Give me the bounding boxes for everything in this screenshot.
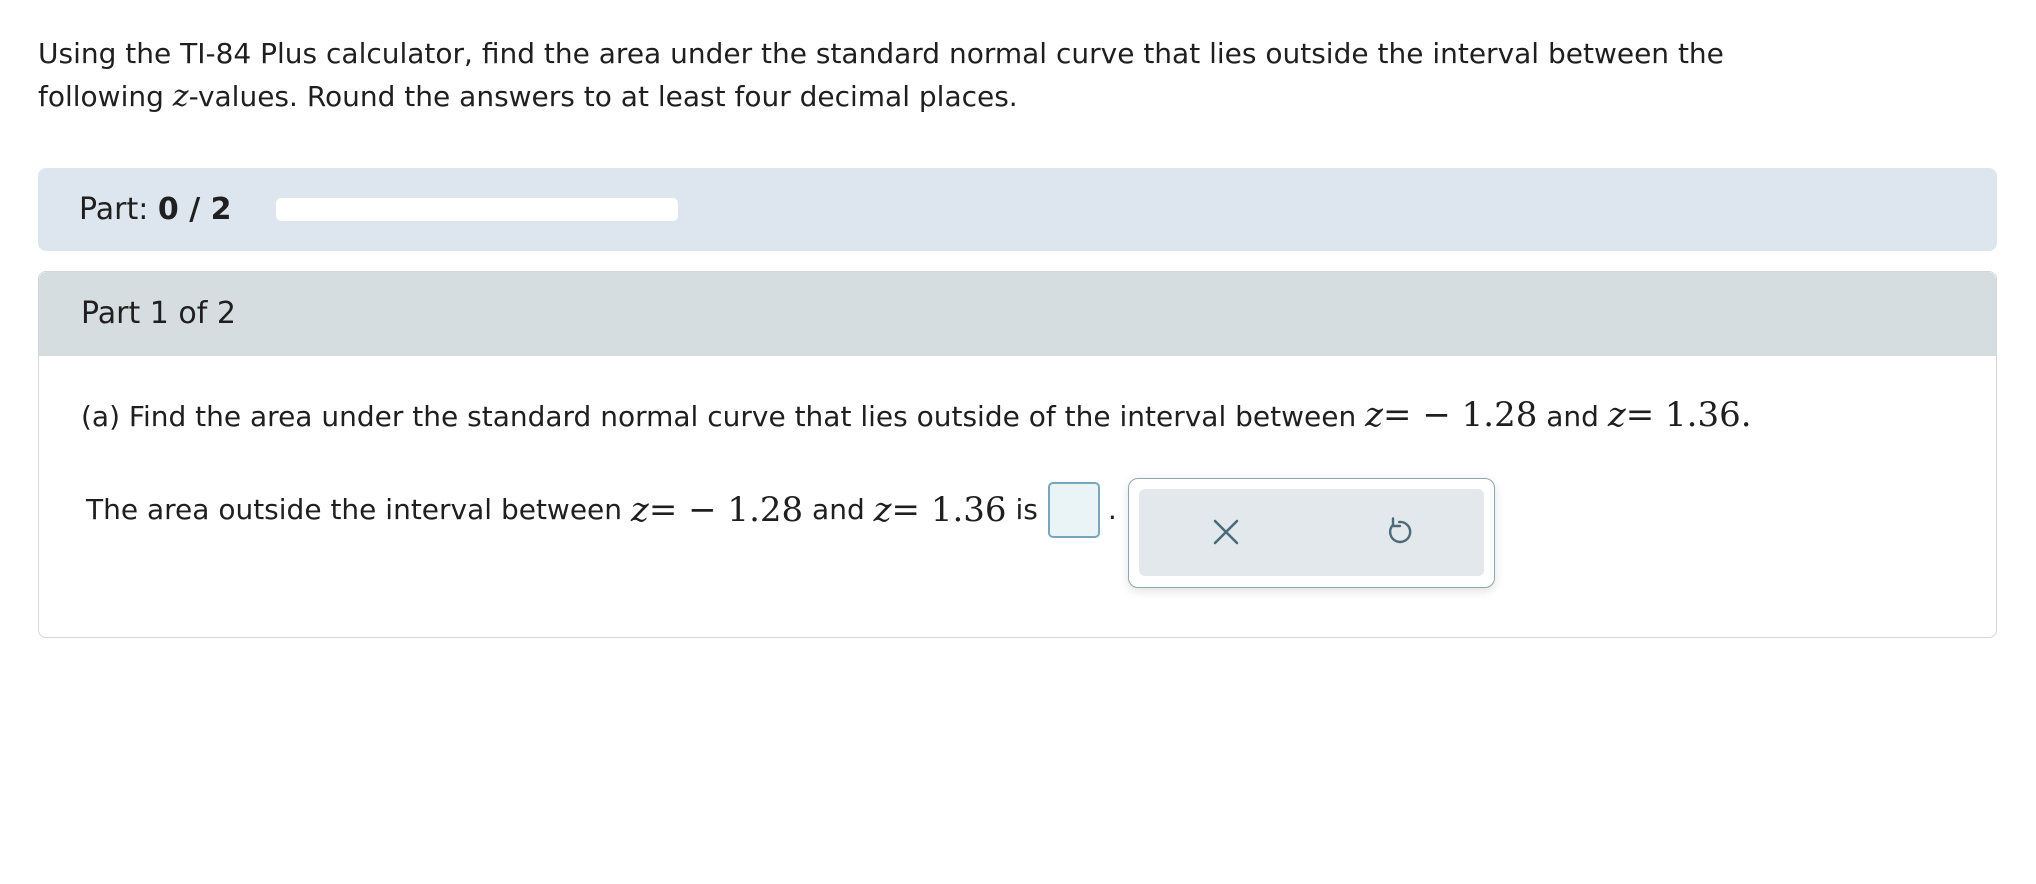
answer-z2-var: z bbox=[873, 490, 892, 530]
progress-count: 0 / 2 bbox=[157, 192, 232, 227]
prompt-and: and bbox=[1537, 400, 1608, 433]
undo-button[interactable] bbox=[1376, 509, 1422, 555]
prompt-z1-value: = − 1.28 bbox=[1383, 395, 1538, 435]
prompt-z2-var: z bbox=[1607, 395, 1626, 435]
clear-button[interactable] bbox=[1203, 509, 1249, 555]
answer-is: is bbox=[1006, 493, 1038, 526]
part-header: Part 1 of 2 bbox=[39, 272, 1996, 356]
progress-bar: Part: 0 / 2 bbox=[38, 168, 1997, 251]
question-line-2: following z-values. Round the answers to… bbox=[38, 75, 1938, 118]
answer-input[interactable] bbox=[1047, 482, 1100, 538]
prompt-end: . bbox=[1740, 395, 1752, 435]
progress-label-text: Part: bbox=[79, 192, 158, 227]
prompt-z1-var: z bbox=[1365, 395, 1384, 435]
undo-icon bbox=[1388, 517, 1412, 544]
close-icon bbox=[1213, 519, 1239, 545]
answer-text: The area outside the interval between bbox=[86, 493, 631, 526]
answer-z2-value: = 1.36 bbox=[891, 490, 1007, 530]
answer-period: . bbox=[1107, 493, 1117, 526]
answer-tools-panel bbox=[1128, 478, 1495, 588]
answer-tools-bar bbox=[1139, 489, 1484, 576]
prompt-text: (a) Find the area under the standard nor… bbox=[81, 400, 1366, 433]
question-text: Using the TI-84 Plus calculator, find th… bbox=[38, 32, 1938, 118]
answer-z1-var: z bbox=[630, 490, 649, 530]
progress-track bbox=[276, 198, 678, 221]
answer-line: The area outside the interval between z =… bbox=[86, 482, 1117, 538]
question-line-1: Using the TI-84 Plus calculator, find th… bbox=[38, 37, 1724, 70]
prompt-z2-value: = 1.36 bbox=[1625, 395, 1741, 435]
question-line-2-start: following bbox=[38, 80, 173, 113]
part-card: Part 1 of 2 (a) Find the area under the … bbox=[38, 271, 1997, 638]
answer-z1-value: = − 1.28 bbox=[648, 490, 804, 530]
part-header-title: Part 1 of 2 bbox=[81, 296, 236, 331]
answer-and: and bbox=[803, 493, 874, 526]
question-line-2-end: -values. Round the answers to at least f… bbox=[188, 80, 1018, 113]
progress-label: Part: 0 / 2 bbox=[79, 190, 231, 230]
z-variable: z bbox=[172, 79, 189, 114]
part-prompt: (a) Find the area under the standard nor… bbox=[81, 394, 1752, 438]
